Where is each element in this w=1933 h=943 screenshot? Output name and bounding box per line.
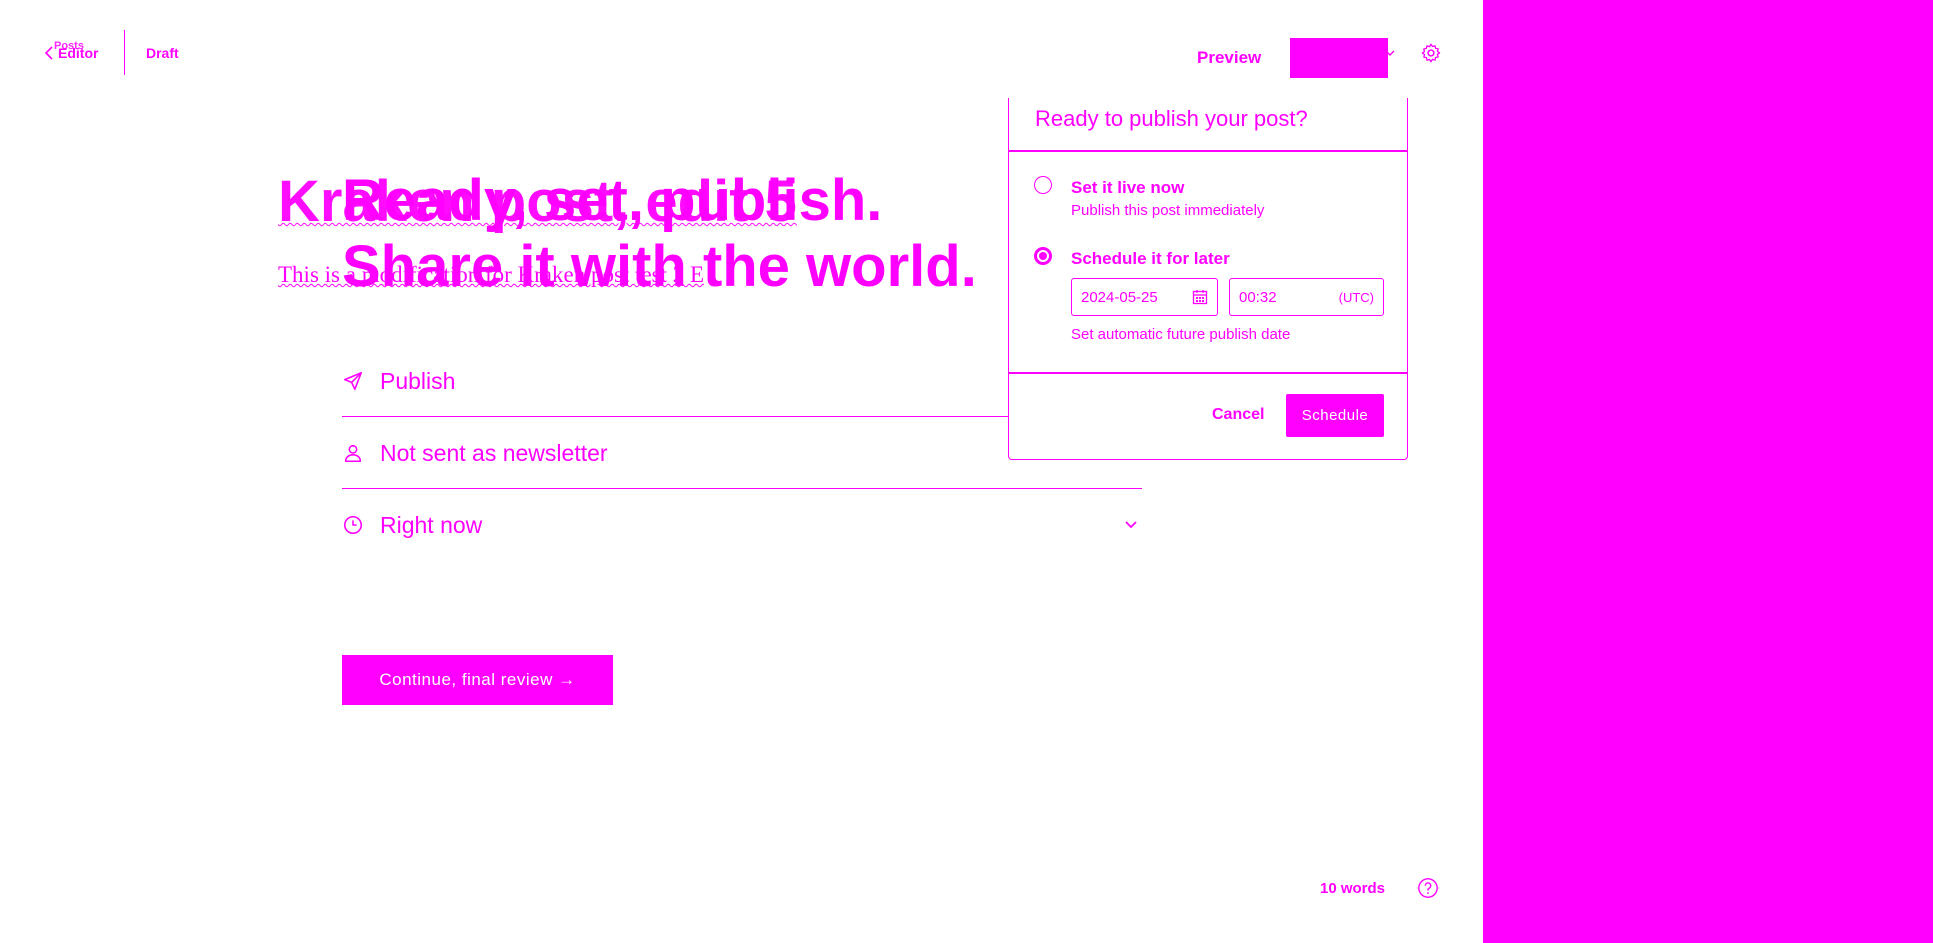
user-icon [344,444,362,463]
popup-divider [1009,150,1407,152]
continue-label: Continue, final review → [379,670,576,689]
date-value: 2024-05-25 [1081,288,1158,306]
chevron-down-icon [1124,516,1138,534]
popup-title: Ready to publish your post? [1035,106,1308,131]
headline-line-2: Share it with the world. [342,234,977,299]
timezone-label: (UTC) [1338,289,1374,305]
side-panel [1483,0,1933,943]
popup-divider [1009,372,1407,374]
schedule-time-label: Right now [380,511,483,538]
schedule-time-option[interactable]: Right now [342,490,1142,560]
publish-type-label: Publish [380,367,456,394]
header-divider [124,30,125,75]
radio-publish-now[interactable] [1034,176,1052,194]
publish-headline: Ready, set, publish. Share it with the w… [342,168,977,300]
gear-icon[interactable] [1420,42,1442,64]
radio-schedule-later[interactable] [1034,247,1052,265]
schedule-button[interactable]: Schedule [1286,394,1384,437]
time-value: 00:32 [1239,288,1277,306]
continue-final-review-button[interactable]: Continue, final review → [342,655,613,705]
date-field[interactable]: 2024-05-25 [1071,278,1218,316]
newsletter-label: Not sent as newsletter [380,439,608,466]
word-count: 10 words [1320,880,1386,897]
publish-dropdown-button[interactable] [1290,38,1388,78]
publish-popup: Ready to publish your post? Set it live … [1008,98,1408,460]
option-now-desc: Publish this post immediately [1071,202,1265,219]
headline-line-1: Ready, set, publish. [342,168,883,233]
send-icon [343,371,363,391]
back-to-editor-link[interactable]: Posts Editor [42,40,98,62]
back-link-posts-label: Posts [54,40,84,52]
schedule-hint: Set automatic future publish date [1071,326,1291,343]
help-icon[interactable] [1417,877,1439,899]
post-status: Draft [146,45,179,61]
clock-icon [343,515,363,535]
option-later-title[interactable]: Schedule it for later [1071,249,1230,269]
option-now-title[interactable]: Set it live now [1071,178,1184,198]
cancel-button[interactable]: Cancel [1212,406,1264,424]
preview-button[interactable]: Preview [1197,48,1261,68]
calendar-icon[interactable] [1192,289,1208,305]
chevron-down-icon [1384,45,1396,61]
time-field[interactable]: 00:32 (UTC) [1229,278,1384,316]
